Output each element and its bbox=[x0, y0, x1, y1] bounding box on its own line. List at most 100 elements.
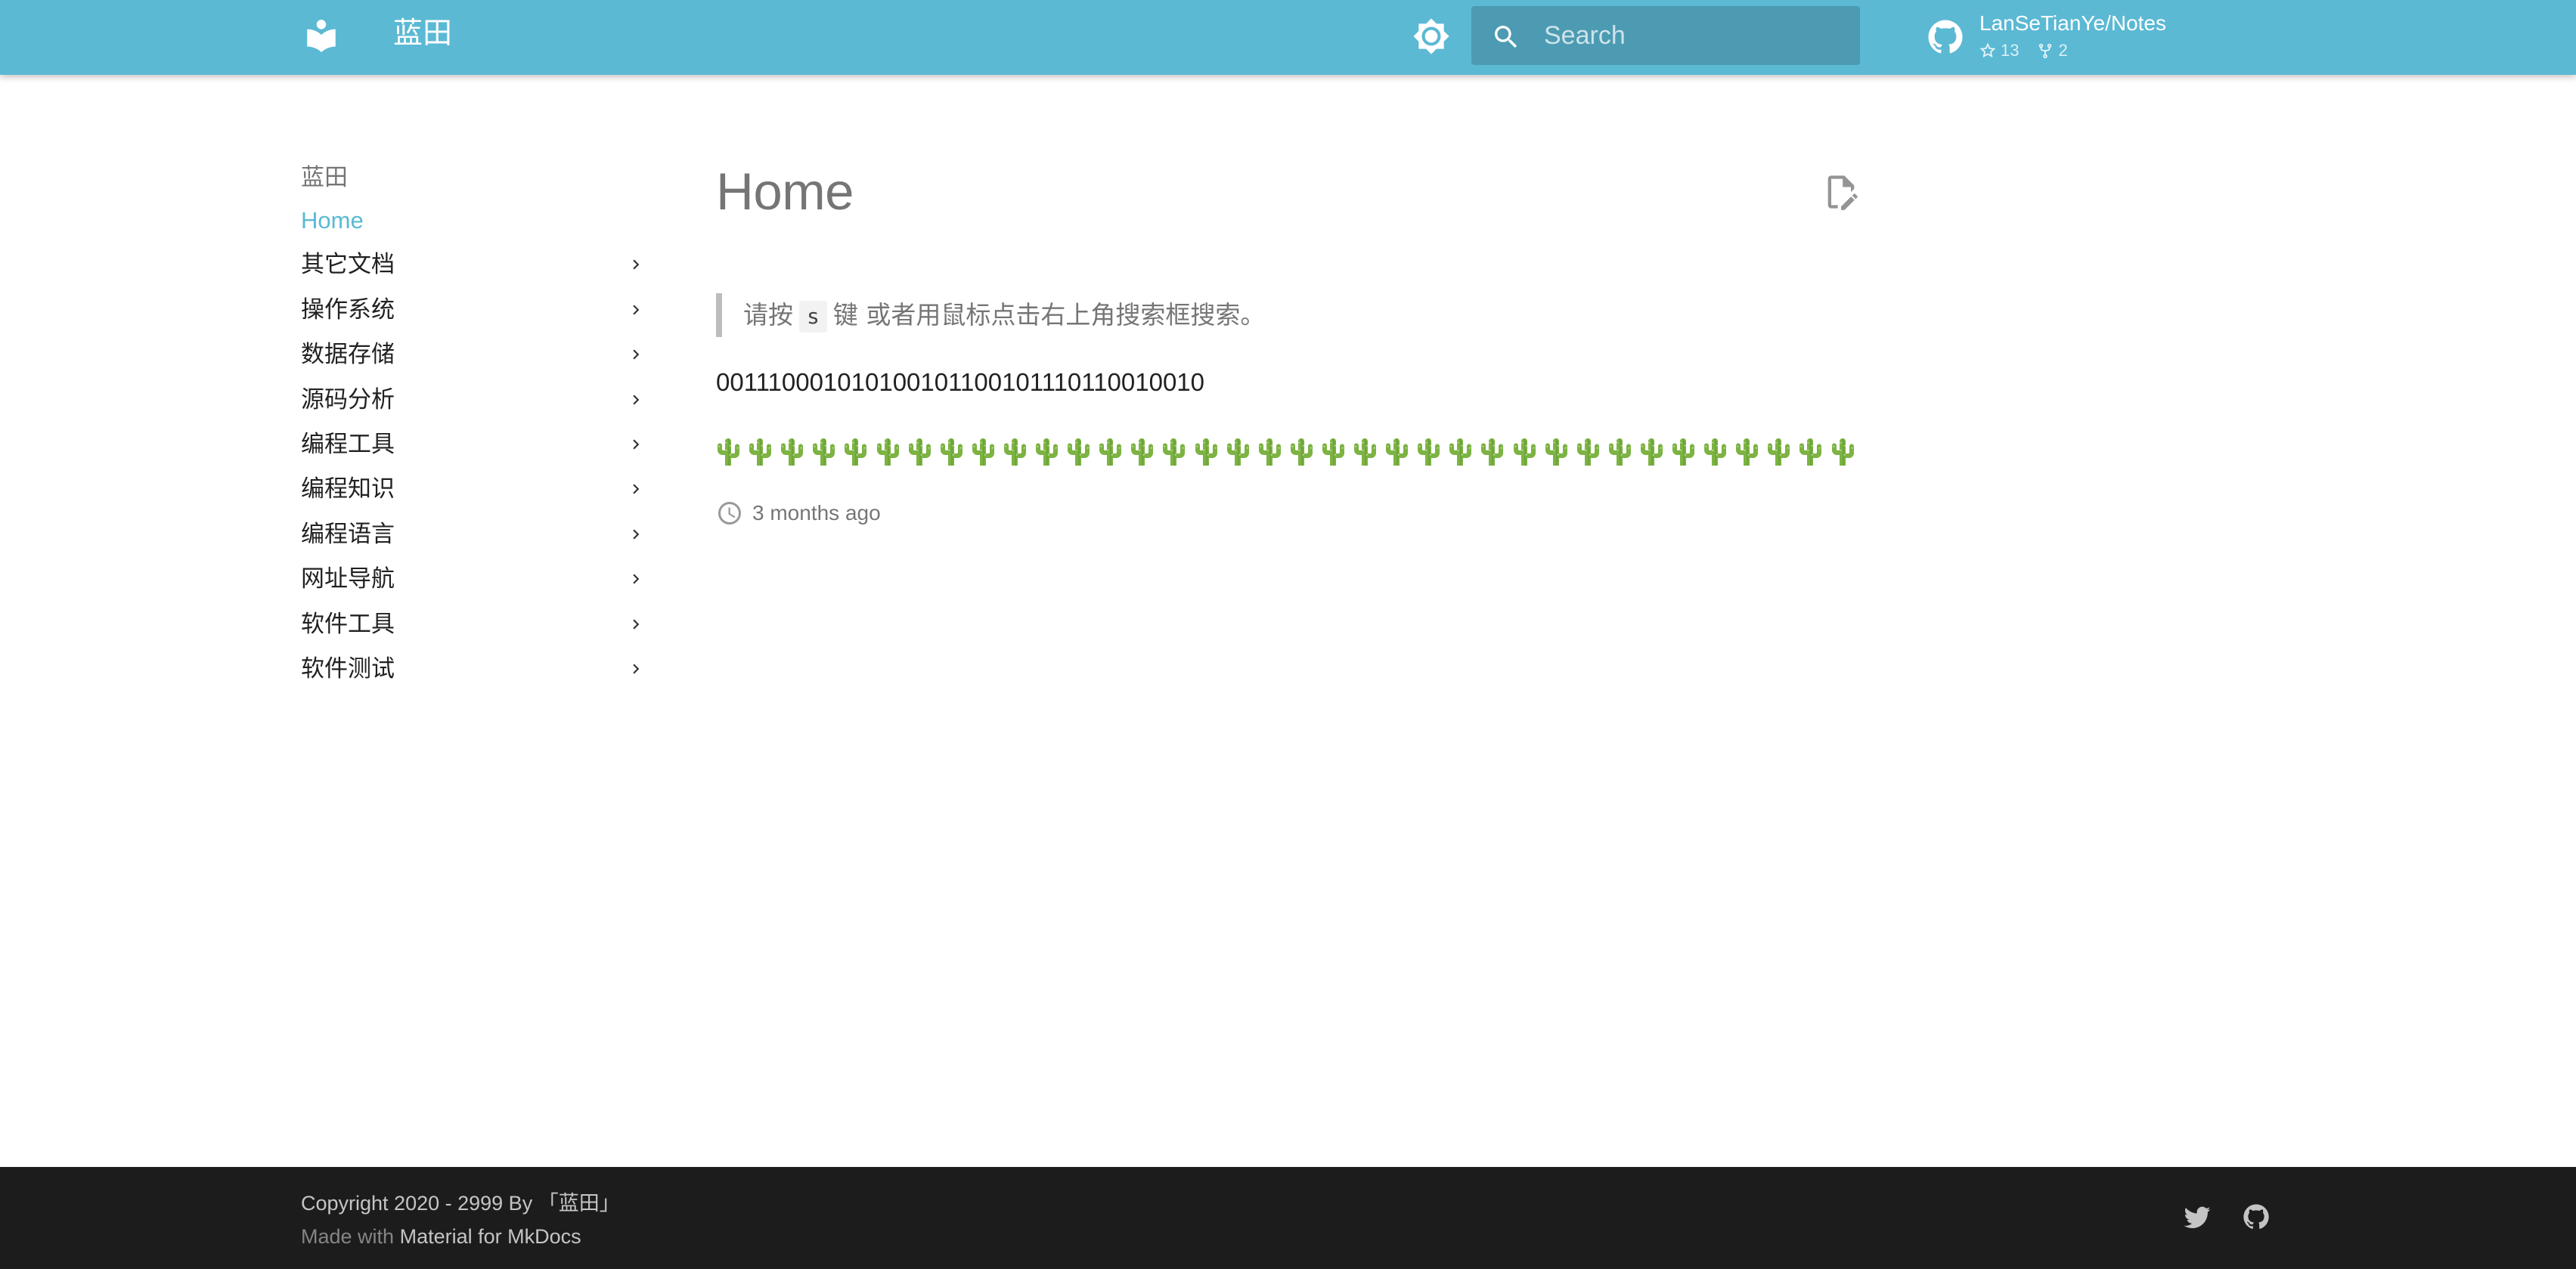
cactus-emoji bbox=[1418, 438, 1440, 466]
sidebar-item-label: 其它文档 bbox=[301, 251, 395, 279]
sidebar-item-label: 操作系统 bbox=[301, 296, 395, 323]
sidebar-item-other-docs[interactable]: 其它文档 bbox=[301, 243, 649, 287]
made-with-prefix: Made with bbox=[301, 1225, 395, 1248]
chevron-right-icon bbox=[633, 349, 640, 360]
sidebar-item-programming-tools[interactable]: 编程工具 bbox=[301, 422, 649, 467]
sidebar-item-operating-system[interactable]: 操作系统 bbox=[301, 288, 649, 333]
sidebar-item-label: 编程语言 bbox=[301, 520, 395, 548]
cactus-emoji bbox=[1068, 438, 1090, 466]
clock-outline-icon bbox=[718, 502, 741, 525]
repo-forks-count: 2 bbox=[2058, 41, 2068, 60]
primary-navigation: 蓝田 Home 其它文档 操作系统 数据存储 源码分析 编程工具 编程知识 编程… bbox=[301, 159, 649, 692]
search-box[interactable] bbox=[1471, 6, 1860, 65]
sidebar-item-website-navigation[interactable]: 网址导航 bbox=[301, 557, 649, 602]
sidebar-item-programming-knowledge[interactable]: 编程知识 bbox=[301, 467, 649, 512]
cactus-emoji bbox=[1640, 438, 1663, 466]
logo-book-icon[interactable] bbox=[302, 17, 340, 54]
quote-text-before: 请按 bbox=[743, 300, 793, 330]
repo-forks: 2 bbox=[2037, 39, 2068, 62]
repo-stars-count: 13 bbox=[2001, 41, 2020, 60]
sidebar-item-label: 源码分析 bbox=[301, 385, 395, 413]
cactus-emoji bbox=[1099, 438, 1122, 466]
chevron-right-icon bbox=[633, 664, 640, 674]
repo-name: LanSeTianYe/Notes bbox=[1979, 11, 2166, 35]
color-palette-toggle[interactable] bbox=[1410, 15, 1452, 57]
search-icon bbox=[1495, 26, 1517, 48]
search-shortcut-key: s bbox=[799, 301, 827, 333]
sidebar-item-label: 网址导航 bbox=[301, 565, 395, 593]
cactus-emoji bbox=[1672, 438, 1694, 466]
sidebar-item-label: Home bbox=[301, 207, 364, 234]
footer: Copyright 2020 - 2999 By 「蓝田」 Made with … bbox=[0, 1167, 2576, 1269]
main-content: Home 请按 s 键 或者用鼠标点击右上角搜索框搜索。 0011100010101… bbox=[716, 151, 1861, 525]
github-footer-link[interactable] bbox=[2241, 1202, 2271, 1232]
cactus-emoji bbox=[1003, 438, 1026, 466]
made-with: Made with Material for MkDocs bbox=[301, 1220, 620, 1253]
cactus-emoji-row bbox=[716, 429, 1861, 475]
sidebar-item-label: 数据存储 bbox=[301, 341, 395, 369]
sidebar-item-home[interactable]: Home bbox=[301, 198, 649, 243]
site-title: 蓝田 bbox=[393, 17, 453, 51]
chevron-right-icon bbox=[633, 439, 640, 450]
cactus-emoji bbox=[1386, 438, 1409, 466]
sidebar-item-programming-languages[interactable]: 编程语言 bbox=[301, 512, 649, 557]
github-icon bbox=[2243, 1204, 2269, 1229]
cactus-emoji bbox=[1481, 438, 1504, 466]
chevron-right-icon bbox=[633, 484, 640, 494]
cactus-emoji bbox=[1036, 438, 1058, 466]
chevron-right-icon bbox=[633, 395, 640, 405]
sidebar-item-data-storage[interactable]: 数据存储 bbox=[301, 333, 649, 377]
sidebar-item-label: 编程知识 bbox=[301, 475, 395, 503]
cactus-emoji bbox=[813, 438, 835, 466]
star-icon bbox=[1979, 42, 1996, 58]
cactus-emoji bbox=[781, 438, 804, 466]
cactus-emoji bbox=[1226, 438, 1249, 466]
cactus-emoji bbox=[1354, 438, 1376, 466]
material-for-mkdocs-link[interactable]: Material for MkDocs bbox=[400, 1225, 581, 1248]
search-input[interactable] bbox=[1544, 6, 1846, 65]
sidebar-item-software-testing[interactable]: 软件测试 bbox=[301, 647, 649, 692]
search-hint-quote: 请按 s 键 或者用鼠标点击右上角搜索框搜索。 bbox=[716, 293, 1265, 337]
cactus-emoji bbox=[1736, 438, 1759, 466]
repo-stars: 13 bbox=[1979, 39, 2019, 62]
sidebar-item-software-tools[interactable]: 软件工具 bbox=[301, 602, 649, 647]
sidebar-item-label: 软件工具 bbox=[301, 610, 395, 638]
twitter-icon bbox=[2184, 1206, 2211, 1228]
cactus-emoji bbox=[1704, 438, 1727, 466]
revision-date-text: 3 months ago bbox=[752, 501, 881, 525]
copyright-text: Copyright 2020 - 2999 By 「蓝田」 bbox=[301, 1192, 620, 1215]
brightness-icon bbox=[1413, 18, 1449, 54]
binary-text: 001110001010100101100101110110010010 bbox=[716, 368, 1205, 396]
quote-text-after: 键 或者用鼠标点击右上角搜索框搜索。 bbox=[832, 300, 1266, 330]
cactus-emoji bbox=[1513, 438, 1536, 466]
sidebar-item-label: 软件测试 bbox=[301, 655, 395, 682]
cactus-emoji bbox=[1258, 438, 1281, 466]
cactus-emoji bbox=[1322, 438, 1344, 466]
chevron-right-icon bbox=[633, 619, 640, 630]
twitter-link[interactable] bbox=[2182, 1202, 2212, 1232]
cactus-emoji bbox=[1545, 438, 1567, 466]
edit-page-button[interactable] bbox=[1821, 172, 1861, 212]
cactus-emoji bbox=[972, 438, 994, 466]
revision-date: 3 months ago bbox=[716, 498, 881, 528]
chevron-right-icon bbox=[633, 574, 640, 584]
cactus-emoji bbox=[876, 438, 899, 466]
copyright: Copyright 2020 - 2999 By 「蓝田」 Made with … bbox=[301, 1187, 620, 1253]
cactus-emoji bbox=[1163, 438, 1186, 466]
file-edit-icon bbox=[1827, 175, 1858, 210]
chevron-right-icon bbox=[633, 259, 640, 270]
cactus-emoji bbox=[718, 438, 739, 466]
cactus-emoji bbox=[1131, 438, 1154, 466]
header-bar: 蓝田 LanSeTianYe/Notes 13 bbox=[0, 0, 2576, 75]
cactus-emoji bbox=[749, 438, 772, 466]
cactus-emoji bbox=[1290, 438, 1313, 466]
chevron-right-icon bbox=[633, 305, 640, 315]
cactus-emoji bbox=[1799, 438, 1822, 466]
sidebar-item-source-analysis[interactable]: 源码分析 bbox=[301, 378, 649, 422]
cactus-emoji bbox=[1195, 438, 1217, 466]
cactus-emoji bbox=[1768, 438, 1790, 466]
page-title: Home bbox=[716, 162, 854, 221]
github-icon bbox=[1928, 20, 1963, 54]
cactus-emoji bbox=[1608, 438, 1631, 466]
cactus-emoji bbox=[940, 438, 963, 466]
